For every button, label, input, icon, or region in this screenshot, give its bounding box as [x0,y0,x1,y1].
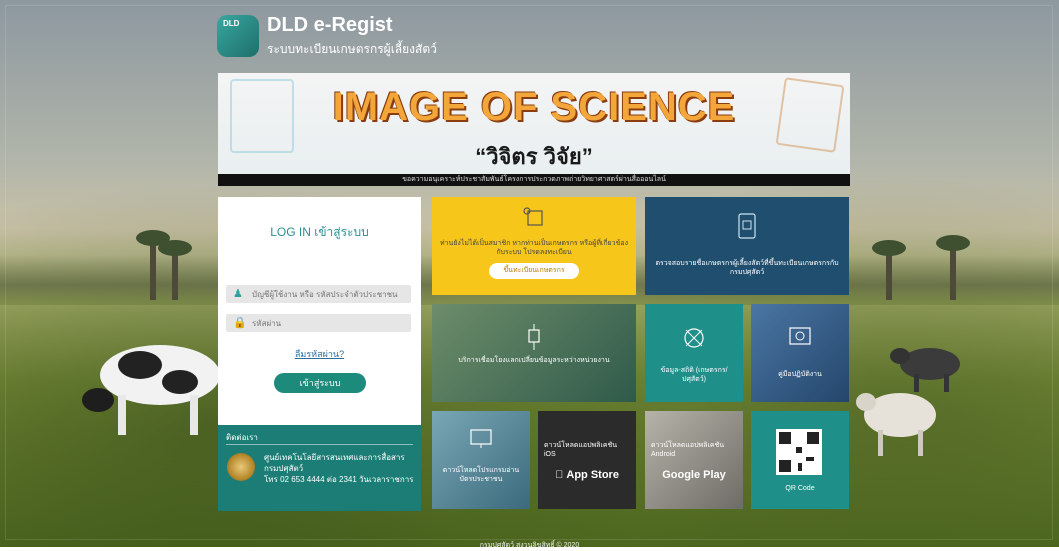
contact-heading: ติดต่อเรา [226,433,258,442]
network-icon [528,324,540,350]
monitor-icon [470,429,492,448]
statistics-tile[interactable]: ข้อมูล-สถิติ (เกษตรกร/ปศุสัตว์) [645,304,743,402]
ios-app-text: ดาวน์โหลดแอปพลิเคชัน iOS [544,442,618,458]
promo-banner[interactable]: IMAGE OF SCIENCE “วิจิตร วิจัย” ขอความอน… [218,73,850,186]
android-app-tile[interactable]: ดาวน์โหลดแอปพลิเคชัน Android Google Play [645,411,743,509]
data-link-text: บริการเชื่อมโยงแลกเปลี่ยนข้อมูลระหว่างหน… [458,357,610,364]
banner-headline: IMAGE OF SCIENCE [332,85,736,129]
user-icon: ♟ [233,288,243,300]
app-subtitle: ระบบทะเบียนเกษตรกรผู้เลี้ยงสัตว์ [267,42,437,56]
banner-caption-bar: ขอความอนุเคราะห์ประชาสัมพันธ์โครงการประก… [218,174,850,186]
contact-panel: ติดต่อเรา ศูนย์เทคโนโลยีสารสนเทศและการสื… [218,425,421,511]
palm-tree [872,240,906,300]
register-text: ท่านยังไม่ได้เป็นสมาชิก หากท่านเป็นเกษตร… [439,240,628,256]
card-reader-tile[interactable]: ดาวน์โหลดโปรแกรมอ่านบัตรประชาชน [432,411,530,509]
department-seal-icon [227,453,255,481]
login-title: LOG IN เข้าสู่ระบบ [270,225,369,239]
palm-tree [136,230,170,300]
username-input[interactable] [252,285,402,303]
ios-app-tile[interactable]: ดาวน์โหลดแอปพลิเคชัน iOS  App Store [538,411,636,509]
contact-phone: โทร 02 653 4444 ต่อ 2341 วันเวลาราชการ [264,475,414,484]
cow-image [82,345,220,435]
qr-code-text: QR Code [785,485,815,492]
phone-list-icon [738,213,756,239]
goat-image [856,393,936,456]
password-input[interactable] [252,314,402,332]
register-icon [523,207,543,226]
lock-icon: 🔒 [233,317,247,329]
contact-org: ศูนย์เทคโนโลยีสารสนเทศและการสื่อสารกรมปศ… [264,453,405,473]
forgot-password-link[interactable]: ลืมรหัสผ่าน? [218,347,421,361]
palm-tree [936,235,970,300]
card-reader-text: ดาวน์โหลดโปรแกรมอ่านบัตรประชาชน [442,467,520,483]
android-app-text: ดาวน์โหลดแอปพลิเคชัน Android [651,442,725,458]
copyright-footer: กรมปศุสัตว์ สงวนลิขสิทธิ์ © 2020 [479,542,580,549]
manual-tile[interactable]: คู่มือปฏิบัติงาน [751,304,849,402]
register-tile[interactable]: ท่านยังไม่ได้เป็นสมาชิก หากท่านเป็นเกษตร… [432,197,636,295]
check-farmer-tile[interactable]: ตรวจสอบรายชื่อเกษตรกรผู้เลี้ยงสัตว์ที่ขึ… [645,197,849,295]
password-field[interactable]: 🔒 [226,314,411,332]
google-play-label: Google Play [662,469,726,481]
palm-tree [158,240,192,300]
chart-icon [684,328,704,348]
app-store-label:  App Store [544,469,630,481]
app-store-text: App Store [560,469,619,481]
username-field[interactable]: ♟ [226,285,411,303]
manual-icon [789,327,811,345]
login-button[interactable]: เข้าสู่ระบบ [274,373,366,393]
banner-subheadline: “วิจิตร วิจัย” [475,144,593,169]
qr-code-icon [776,429,822,475]
qr-code-tile[interactable]: QR Code [751,411,849,509]
data-link-tile[interactable]: บริการเชื่อมโยงแลกเปลี่ยนข้อมูลระหว่างหน… [432,304,636,402]
dld-logo[interactable]: DLD [217,15,259,57]
manual-text: คู่มือปฏิบัติงาน [778,371,822,378]
logo-text: DLD [223,19,240,28]
check-farmer-text: ตรวจสอบรายชื่อเกษตรกรผู้เลี้ยงสัตว์ที่ขึ… [655,260,839,276]
login-panel: LOG IN เข้าสู่ระบบ ♟ 🔒 ลืมรหัสผ่าน? เข้า… [218,197,421,425]
statistics-text: ข้อมูล-สถิติ (เกษตรกร/ปศุสัตว์) [660,367,728,383]
banner-caption: ขอความอนุเคราะห์ประชาสัมพันธ์โครงการประก… [402,176,666,183]
app-title: DLD e-Regist [267,14,393,36]
register-farmer-button[interactable]: ขึ้นทะเบียนเกษตรกร [489,263,579,279]
divider [226,444,413,445]
contact-info: ศูนย์เทคโนโลยีสารสนเทศและการสื่อสารกรมปศ… [264,452,414,485]
